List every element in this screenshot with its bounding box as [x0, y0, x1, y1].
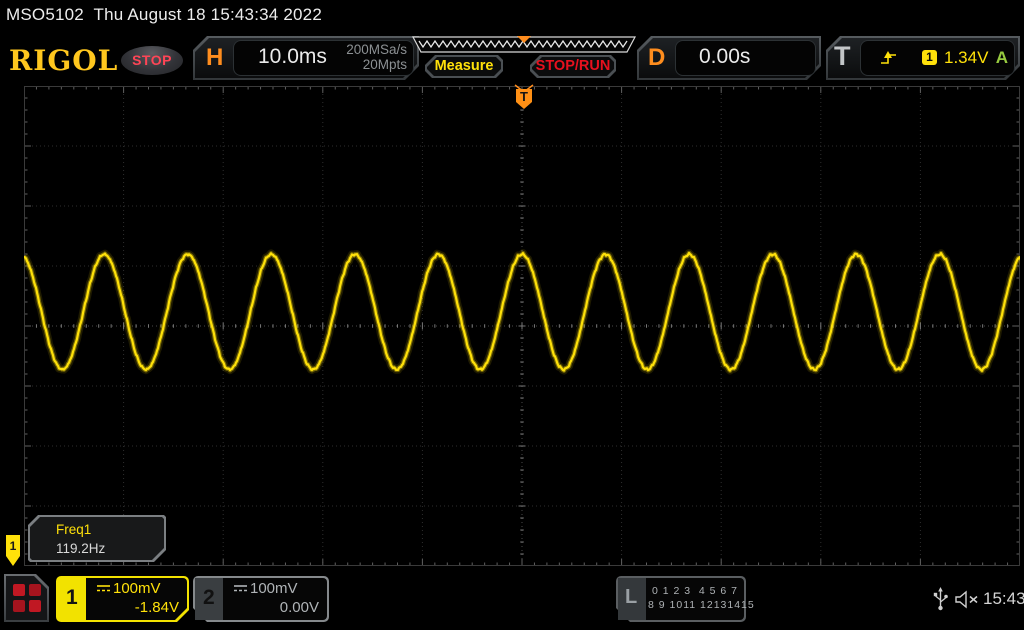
usb-icon: [933, 587, 948, 611]
stop-run-button-label: STOP/RUN: [535, 58, 611, 74]
measure-button[interactable]: Measure: [425, 55, 503, 78]
rising-edge-trigger-icon: [881, 51, 896, 64]
title-bar: MSO5102 Thu August 18 15:43:34 2022: [6, 5, 322, 25]
trigger-label: T: [834, 41, 851, 71]
record-preview-strip: [412, 36, 636, 53]
clock: 15:43: [983, 589, 1024, 608]
horizontal-panel[interactable]: H 10.0ms 200MSa/s 20Mpts: [193, 36, 419, 80]
oscilloscope-screen: MSO5102 Thu August 18 15:43:34 2022 RIGO…: [0, 0, 1024, 630]
digital-label: L: [625, 586, 638, 608]
menu-grid-icon: [29, 600, 41, 612]
channel1-scale-line: 100mV: [96, 580, 161, 597]
digital-channels-box[interactable]: L 0 1 2 3 4 5 6 7 8 9 1011 12131415: [616, 576, 755, 622]
channel2-scale: 100mV: [250, 580, 298, 597]
channel2-box[interactable]: 2 100mV 0.00V: [193, 576, 329, 622]
stop-run-button[interactable]: STOP/RUN: [530, 55, 616, 78]
menu-grid-icon: [13, 600, 25, 612]
waveform-display: [24, 86, 1020, 566]
channel1-position-flag[interactable]: 1: [5, 534, 21, 567]
memory-depth: 20Mpts: [362, 57, 407, 72]
channel1-number: 1: [66, 586, 78, 609]
measurement-value: 119.2Hz: [56, 541, 106, 556]
digital-row-0-7: 0 1 2 3 4 5 6 7: [651, 585, 739, 597]
channel2-scale-line: 100mV: [233, 580, 298, 597]
speaker-muted-icon: [955, 590, 978, 609]
trigger-flag-label: T: [520, 89, 528, 104]
channel2-number: 2: [203, 586, 215, 609]
dc-coupling-icon: [234, 585, 247, 592]
channel1-flag-label: 1: [10, 539, 17, 553]
menu-grid-icon: [13, 584, 25, 596]
acquisition-info: 200MSa/s 20Mpts: [346, 42, 407, 72]
rigol-logo: RIGOL: [9, 44, 119, 77]
measurement-name: Freq1: [56, 522, 92, 537]
run-state-indicator[interactable]: STOP: [121, 46, 183, 75]
horizontal-label: H: [206, 44, 224, 71]
timebase-value: 10.0ms: [258, 45, 327, 68]
delay-panel[interactable]: D 0.00s: [637, 36, 821, 80]
channel1-box[interactable]: 1 100mV -1.84V: [56, 576, 189, 622]
digital-channel-list: 0 1 2 3 4 5 6 7 8 9 1011 12131415: [648, 585, 755, 611]
trigger-source-badge: 1: [922, 50, 937, 65]
trigger-position-flag[interactable]: T: [512, 83, 536, 111]
menu-button[interactable]: [4, 574, 49, 622]
channel1-scale: 100mV: [113, 580, 161, 597]
delay-label: D: [648, 44, 666, 71]
delay-value: 0.00s: [699, 45, 751, 68]
model-name: MSO5102: [6, 5, 84, 24]
trigger-mode: A: [995, 48, 1008, 67]
sample-rate: 200MSa/s: [346, 42, 407, 57]
measure-button-label: Measure: [434, 58, 494, 74]
trigger-level-value: 1.34V: [944, 48, 989, 67]
menu-grid-icon: [29, 584, 41, 596]
digital-row-8-15: 8 9 1011 12131415: [648, 599, 755, 611]
datetime: Thu August 18 15:43:34 2022: [93, 5, 322, 24]
dc-coupling-icon: [97, 585, 110, 592]
measurement-item-freq1[interactable]: Freq1 119.2Hz: [28, 515, 166, 562]
trigger-panel[interactable]: T 1 1.34V A: [826, 36, 1020, 80]
channel1-offset: -1.84V: [134, 599, 179, 616]
channel2-offset: 0.00V: [279, 599, 319, 616]
